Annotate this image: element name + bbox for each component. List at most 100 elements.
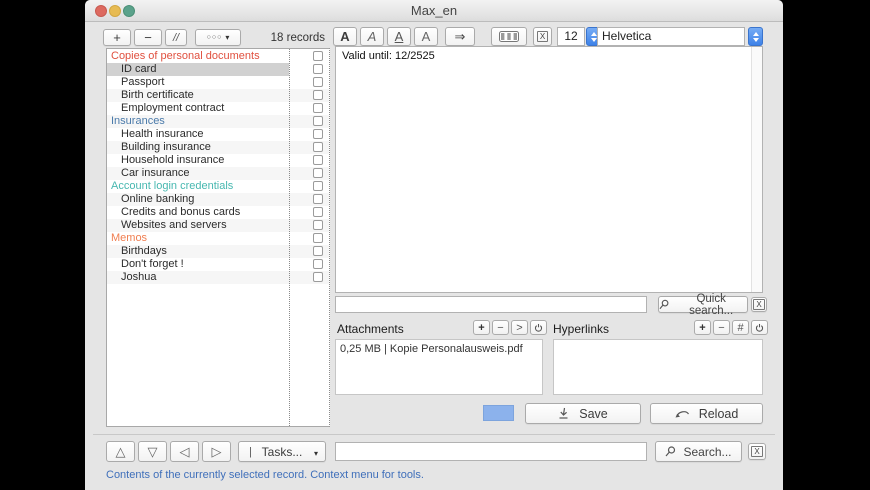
list-row-label: Online banking [121,193,195,205]
editor-scrollbar[interactable] [751,47,762,292]
hyperlinks-remove-button[interactable]: − [713,320,730,335]
reload-button[interactable]: Reload [650,403,763,424]
list-category-row[interactable]: Insurances [107,115,329,128]
row-checkbox[interactable] [313,168,323,178]
slashes-button[interactable]: // [165,29,187,46]
list-item-row[interactable]: Health insurance [107,128,329,141]
clear-format-button[interactable]: X [533,27,552,46]
stepper-up-icon [590,31,597,36]
hyperlinks-toolbar: + − # [694,320,768,335]
nav-down-button[interactable]: ▽ [138,441,167,462]
nav-up-button[interactable]: △ [106,441,135,462]
quick-search-button[interactable]: Quick search... [658,293,748,317]
list-item-row[interactable]: Websites and servers [107,219,329,232]
nav-left-button[interactable]: ◁ [170,441,199,462]
power-icon [755,323,764,332]
search-clear-button[interactable]: X [748,443,766,460]
search-input[interactable] [335,442,647,461]
record-text: Valid until: 12/2525 [342,50,435,62]
font-size-field[interactable]: 12 [557,27,585,46]
font-name-field[interactable]: Helvetica [597,27,745,46]
row-checkbox[interactable] [313,194,323,204]
list-item-row[interactable]: ID card [107,63,329,76]
row-checkbox[interactable] [313,116,323,126]
attachments-list[interactable]: 0,25 MB | Kopie Personalausweis.pdf [335,339,543,395]
list-item-row[interactable]: Online banking [107,193,329,206]
list-row-label: Don't forget ! [121,258,184,270]
row-checkbox[interactable] [313,77,323,87]
hyperlinks-action-button[interactable] [751,320,768,335]
list-row-label: Account login credentials [111,180,234,192]
attachments-open-button[interactable]: > [511,320,528,335]
hyperlinks-add-button[interactable]: + [694,320,711,335]
list-category-row[interactable]: Memos [107,232,329,245]
add-record-button[interactable]: + [103,29,131,46]
row-checkbox[interactable] [313,64,323,74]
hyperlinks-title: Hyperlinks [553,322,610,336]
title-bar[interactable]: Max_en [85,0,783,22]
power-icon [534,323,543,332]
row-checkbox[interactable] [313,90,323,100]
list-item-row[interactable]: Joshua [107,271,329,284]
row-checkbox[interactable] [313,207,323,217]
attachment-item[interactable]: 0,25 MB | Kopie Personalausweis.pdf [336,340,542,358]
search-button[interactable]: Search... [655,441,742,462]
table-button[interactable] [491,27,527,46]
row-checkbox[interactable] [313,181,323,191]
row-checkbox[interactable] [313,259,323,269]
list-item-row[interactable]: Employment contract [107,102,329,115]
list-row-label: Insurances [111,115,165,127]
remove-record-button[interactable]: − [134,29,162,46]
row-checkbox[interactable] [313,246,323,256]
save-download-icon [559,407,568,419]
font-name-stepper[interactable] [748,27,763,46]
list-item-row[interactable]: Birth certificate [107,89,329,102]
save-button[interactable]: Save [525,403,641,424]
list-row-label: Car insurance [121,167,190,179]
record-content-area[interactable]: Valid until: 12/2525 [335,46,763,293]
window-title: Max_en [410,3,458,18]
row-checkbox[interactable] [313,129,323,139]
stepper-down-icon [590,37,597,42]
list-category-row[interactable]: Account login credentials [107,180,329,193]
insert-arrow-button[interactable]: ⇒ [445,27,475,46]
list-item-row[interactable]: Household insurance [107,154,329,167]
double-arrow-icon: ⇒ [454,28,466,44]
italic-button[interactable]: A [360,27,384,46]
row-checkbox[interactable] [313,155,323,165]
stepper-up-icon [752,31,759,36]
row-checkbox[interactable] [313,103,323,113]
row-checkbox[interactable] [313,51,323,61]
list-item-row[interactable]: Car insurance [107,167,329,180]
search-icon [666,446,676,457]
attachments-title: Attachments [337,322,404,336]
tasks-menu-button[interactable]: | Tasks... ▾ [238,441,326,462]
attachments-action-button[interactable] [530,320,547,335]
row-checkbox[interactable] [313,233,323,243]
quick-search-input[interactable] [335,296,647,313]
records-list[interactable]: Copies of personal documents ID card Passp… [106,48,330,427]
bold-button[interactable]: A [333,27,357,46]
underline-button[interactable]: A [387,27,411,46]
list-item-row[interactable]: Building insurance [107,141,329,154]
list-item-row[interactable]: Birthdays [107,245,329,258]
reload-label: Reload [698,406,739,421]
status-message: Contents of the currently selected recor… [106,469,424,481]
quick-search-clear-button[interactable]: X [751,297,767,312]
plain-style-button[interactable]: A [414,27,438,46]
blue-indicator [483,405,514,421]
save-label: Save [579,406,608,421]
list-item-row[interactable]: Don't forget ! [107,258,329,271]
nav-right-button[interactable]: ▷ [202,441,231,462]
list-item-row[interactable]: Passport [107,76,329,89]
attachments-remove-button[interactable]: − [492,320,509,335]
attachments-add-button[interactable]: + [473,320,490,335]
hyperlinks-number-button[interactable]: # [732,320,749,335]
row-checkbox[interactable] [313,272,323,282]
row-checkbox[interactable] [313,142,323,152]
hyperlinks-list[interactable] [553,339,763,395]
list-category-row[interactable]: Copies of personal documents [107,50,329,63]
list-item-row[interactable]: Credits and bonus cards [107,206,329,219]
list-row-label: Employment contract [121,102,225,114]
row-checkbox[interactable] [313,220,323,230]
